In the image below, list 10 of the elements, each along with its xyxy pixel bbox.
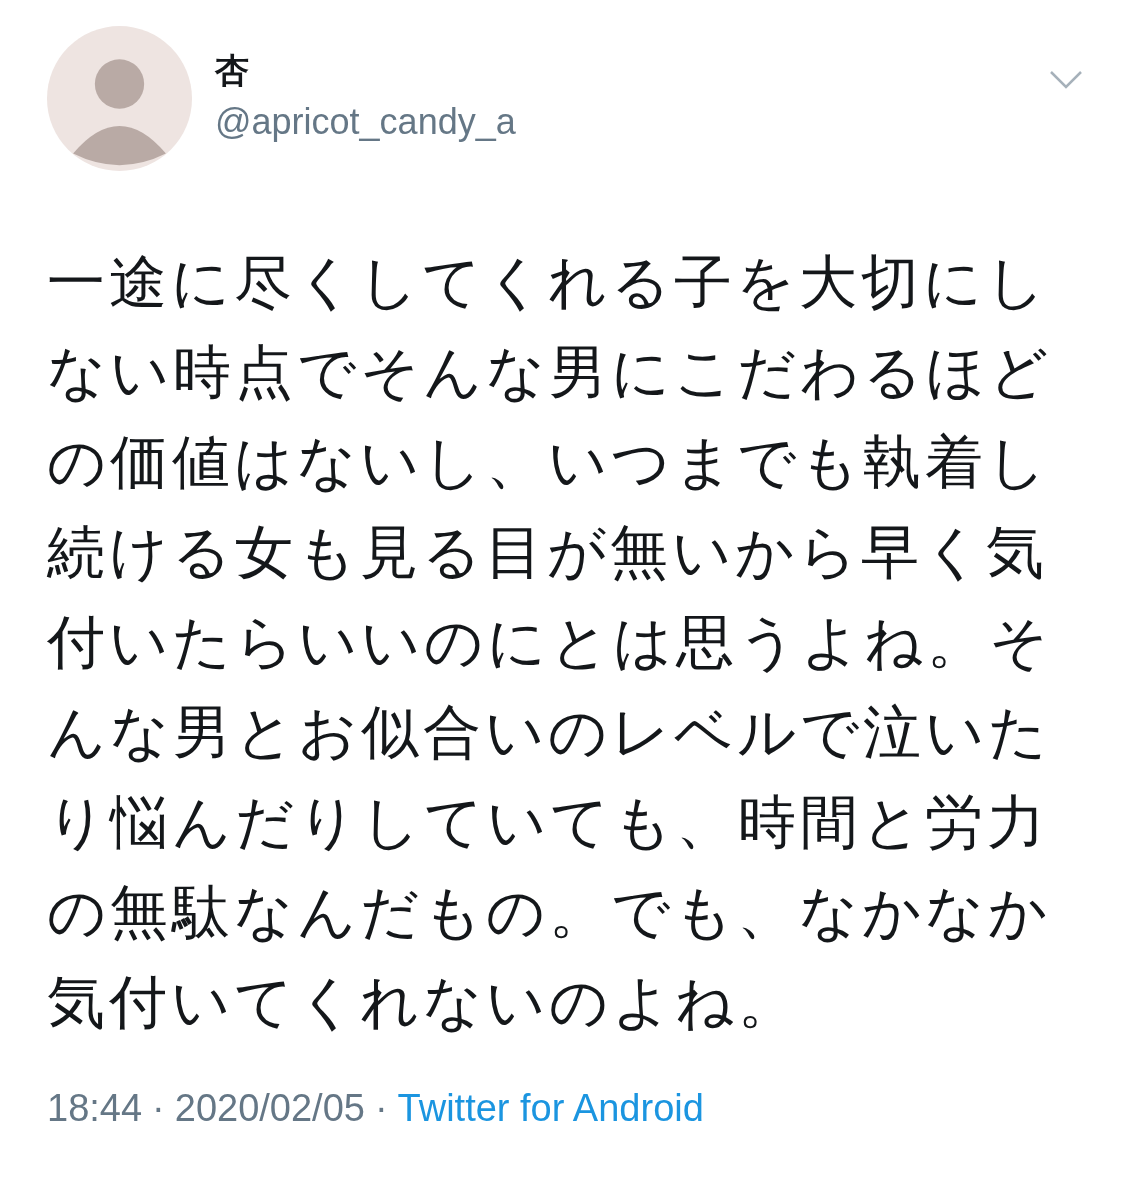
tweet-text: 一途に尽くしてくれる子を大切にしない時点でそんな男にこだわるほどの価値はないし、いつまでも執着し続ける女も見る目が無いから早く気付いたらいいのにとは思うよね。そんな男とお似合いのレベルで泣いたり悩んだりしていても、時間と労力の無駄なんだもの。でも、なかなか気付いてくれないのよね。	[47, 248, 1053, 1036]
tweet-date: 2020/02/05	[174, 1087, 365, 1130]
separator-dot: ·	[152, 1087, 165, 1130]
tweet-time: 18:44	[47, 1087, 143, 1130]
user-handle: @apricot_candy_a	[215, 100, 517, 144]
display-name: 杏	[215, 50, 250, 91]
avatar[interactable]	[47, 26, 192, 171]
separator-dot: ·	[374, 1087, 388, 1130]
source-link[interactable]: Twitter for Android	[397, 1087, 704, 1130]
chevron-down-icon[interactable]	[1049, 70, 1083, 90]
